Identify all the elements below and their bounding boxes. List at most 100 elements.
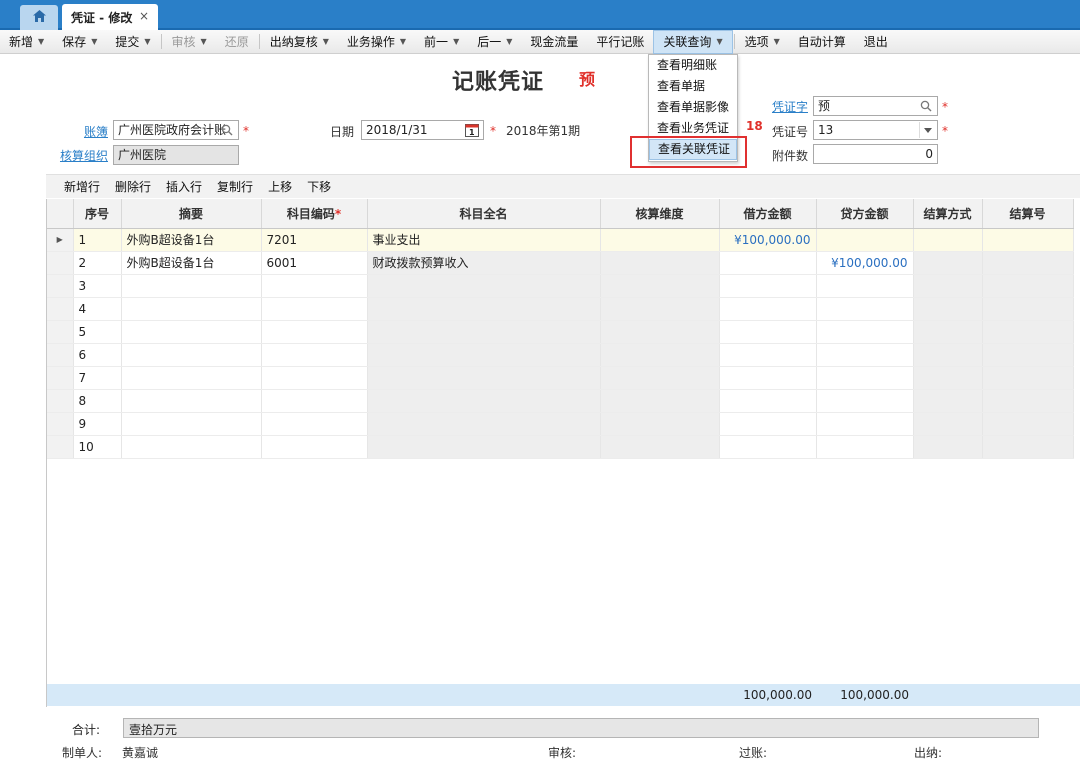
table-cell-settle[interactable] — [913, 412, 983, 436]
close-icon[interactable]: × — [139, 9, 149, 23]
toolbar-button[interactable]: 前一 ▼ — [415, 30, 468, 54]
table-row[interactable]: 2 外购B超设备1台 6001 财政拨款预算收入 ¥100,000.00 — [47, 251, 1074, 275]
table-cell-settle-no[interactable] — [982, 366, 1074, 390]
table-cell-dim[interactable] — [600, 251, 720, 275]
table-cell-dim[interactable] — [600, 389, 720, 413]
table-cell-settle[interactable] — [913, 297, 983, 321]
toolbar-button[interactable]: 选项 ▼ — [736, 30, 789, 54]
search-icon[interactable] — [219, 122, 235, 138]
search-icon[interactable] — [918, 98, 934, 114]
table-cell-summary[interactable] — [121, 297, 262, 321]
column-header-code[interactable]: 科目编码* — [261, 199, 368, 229]
table-cell-dim[interactable] — [600, 435, 720, 459]
table-cell-debit[interactable]: ¥100,000.00 — [719, 228, 817, 252]
table-cell-settle-no[interactable] — [982, 435, 1074, 459]
table-cell-settle-no[interactable] — [982, 320, 1074, 344]
table-cell-code[interactable] — [261, 343, 368, 367]
table-cell-credit[interactable] — [816, 343, 914, 367]
menu-item[interactable]: 查看单据 — [649, 76, 737, 97]
column-header[interactable]: 贷方金额 — [816, 199, 914, 229]
table-row[interactable]: 7 — [47, 366, 1074, 390]
table-cell-dim[interactable] — [600, 343, 720, 367]
menu-item[interactable]: 查看单据影像 — [649, 97, 737, 118]
toolbar-button[interactable]: 出纳复核 ▼ — [261, 30, 338, 54]
table-cell-no[interactable]: 7 — [73, 366, 122, 390]
table-cell-dim[interactable] — [600, 412, 720, 436]
table-cell-summary[interactable] — [121, 412, 262, 436]
table-cell-code[interactable] — [261, 389, 368, 413]
calendar-icon[interactable]: 1 — [464, 122, 480, 138]
table-cell-dim[interactable] — [600, 297, 720, 321]
table-cell-no[interactable]: 4 — [73, 297, 122, 321]
table-cell-summary[interactable] — [121, 389, 262, 413]
table-cell-credit[interactable] — [816, 389, 914, 413]
table-cell-credit[interactable] — [816, 274, 914, 298]
toolbar-button[interactable]: 提交 ▼ — [106, 30, 159, 54]
attachments-field[interactable]: 0 — [813, 144, 938, 164]
table-cell-summary[interactable] — [121, 343, 262, 367]
column-header[interactable]: 结算方式 — [913, 199, 983, 229]
column-header[interactable]: 借方金额 — [719, 199, 817, 229]
table-cell-settle[interactable] — [913, 366, 983, 390]
table-cell-settle[interactable] — [913, 274, 983, 298]
table-cell-no[interactable]: 3 — [73, 274, 122, 298]
table-cell-name[interactable]: 财政拨款预算收入 — [367, 251, 601, 275]
table-cell-debit[interactable] — [719, 343, 817, 367]
book-field[interactable]: 广州医院政府会计账 — [113, 120, 239, 140]
table-cell-credit[interactable] — [816, 366, 914, 390]
row-action-button[interactable]: 复制行 — [217, 178, 253, 195]
table-cell-no[interactable]: 8 — [73, 389, 122, 413]
table-cell-credit[interactable] — [816, 297, 914, 321]
table-cell-summary[interactable] — [121, 274, 262, 298]
table-cell-settle[interactable] — [913, 320, 983, 344]
table-cell-debit[interactable] — [719, 435, 817, 459]
row-action-button[interactable]: 插入行 — [166, 178, 202, 195]
table-cell-code[interactable] — [261, 320, 368, 344]
table-cell-name[interactable] — [367, 274, 601, 298]
row-action-button[interactable]: 上移 — [268, 178, 292, 195]
toolbar-button[interactable]: 现金流量 — [521, 30, 587, 54]
table-cell-debit[interactable] — [719, 297, 817, 321]
toolbar-button[interactable]: 保存 ▼ — [53, 30, 106, 54]
column-header[interactable]: 结算号 — [982, 199, 1074, 229]
table-cell-dim[interactable] — [600, 366, 720, 390]
toolbar-button[interactable]: 新增 ▼ — [0, 30, 53, 54]
table-cell-credit[interactable]: ¥100,000.00 — [816, 251, 914, 275]
row-action-button[interactable]: 新增行 — [64, 178, 100, 195]
menu-item[interactable]: 查看明细账 — [649, 55, 737, 76]
table-cell-no[interactable]: 2 — [73, 251, 122, 275]
table-cell-no[interactable]: 5 — [73, 320, 122, 344]
table-cell-debit[interactable] — [719, 251, 817, 275]
table-row[interactable]: 4 — [47, 297, 1074, 321]
table-cell-code[interactable] — [261, 297, 368, 321]
table-cell-code[interactable] — [261, 412, 368, 436]
table-cell-name[interactable] — [367, 412, 601, 436]
table-cell-name[interactable] — [367, 435, 601, 459]
table-cell-settle[interactable] — [913, 251, 983, 275]
table-cell-debit[interactable] — [719, 412, 817, 436]
table-cell-settle-no[interactable] — [982, 228, 1074, 252]
table-cell-name[interactable] — [367, 389, 601, 413]
table-row[interactable]: 8 — [47, 389, 1074, 413]
column-header[interactable]: 科目全名 — [367, 199, 601, 229]
table-row[interactable]: 3 — [47, 274, 1074, 298]
toolbar-button[interactable]: 审核 ▼ — [163, 30, 216, 54]
table-cell-name[interactable] — [367, 343, 601, 367]
voucher-word-label[interactable]: 凭证字 — [768, 98, 808, 115]
table-cell-code[interactable] — [261, 435, 368, 459]
toolbar-button[interactable]: 退出 — [855, 30, 897, 54]
table-cell-dim[interactable] — [600, 274, 720, 298]
table-row[interactable]: 9 — [47, 412, 1074, 436]
table-cell-code[interactable]: 6001 — [261, 251, 368, 275]
table-cell-credit[interactable] — [816, 228, 914, 252]
table-cell-no[interactable]: 6 — [73, 343, 122, 367]
row-action-button[interactable]: 删除行 — [115, 178, 151, 195]
voucher-word-field[interactable]: 预 — [813, 96, 938, 116]
column-header[interactable]: 摘要 — [121, 199, 262, 229]
column-header[interactable]: 序号 — [73, 199, 122, 229]
table-cell-settle-no[interactable] — [982, 251, 1074, 275]
table-row[interactable]: 10 — [47, 435, 1074, 459]
table-cell-no[interactable]: 9 — [73, 412, 122, 436]
table-cell-name[interactable] — [367, 297, 601, 321]
tab-voucher-edit[interactable]: 凭证 - 修改 × — [62, 4, 158, 31]
